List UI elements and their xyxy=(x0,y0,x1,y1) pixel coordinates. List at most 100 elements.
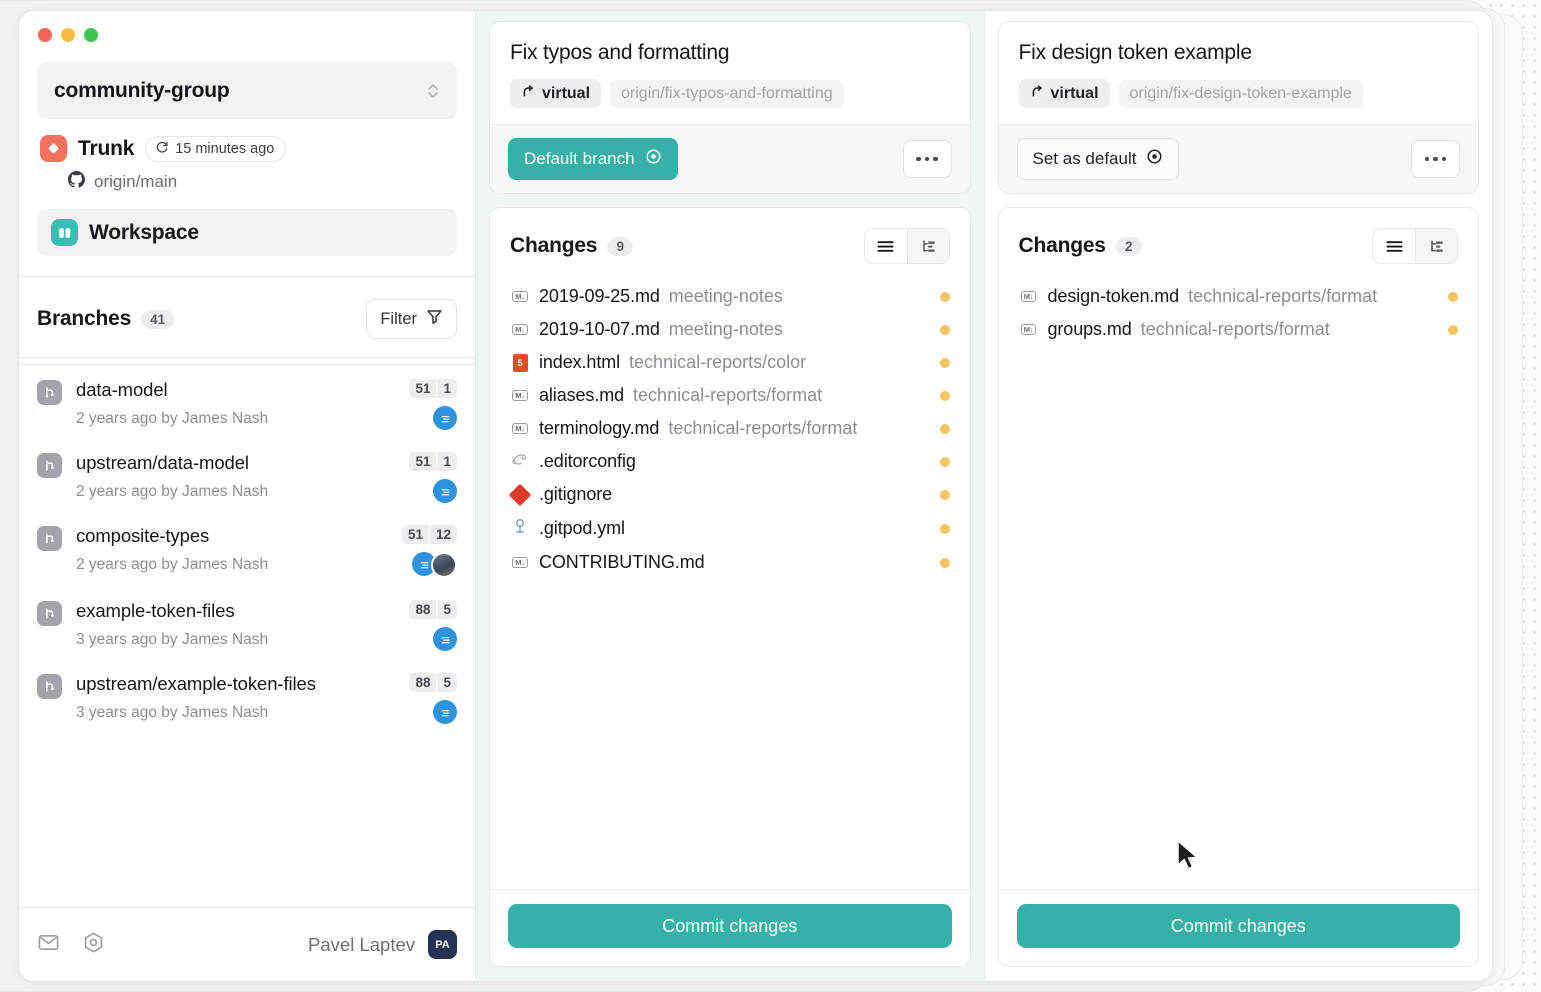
settings-hex-icon[interactable] xyxy=(82,931,105,959)
branch-list-item[interactable]: example-token-files 3 years ago by James… xyxy=(19,586,475,659)
current-user[interactable]: Pavel Laptev PA xyxy=(308,930,457,959)
lane-more-options-button[interactable] xyxy=(1411,140,1460,178)
file-name: aliases.md xyxy=(539,385,624,406)
set-default-branch-button[interactable]: Set as default xyxy=(1017,138,1180,180)
markdown-icon: M↓ xyxy=(512,291,527,303)
ellipsis-icon xyxy=(925,157,930,162)
branch-lane: Fix typos and formatting virtual origin/… xyxy=(476,11,984,981)
file-status-dot xyxy=(1448,325,1458,335)
branch-icon xyxy=(37,526,62,551)
markdown-icon: M↓ xyxy=(1021,324,1036,336)
file-change-list[interactable]: M↓ design-token.md technical-reports/for… xyxy=(999,272,1479,889)
file-path: meeting-notes xyxy=(669,286,783,307)
commit-bar: Commit changes xyxy=(999,889,1479,966)
changes-count-badge: 9 xyxy=(607,237,633,256)
branch-list-item[interactable]: composite-types 2 years ago by James Nas… xyxy=(19,511,475,586)
file-name: index.html xyxy=(539,352,620,373)
trunk-diamond-icon xyxy=(40,135,67,162)
sidebar-item-trunk[interactable]: Trunk 15 minutes ago xyxy=(37,135,457,162)
file-change-row[interactable]: M↓ 2019-09-25.md meeting-notes xyxy=(504,280,956,313)
file-change-row[interactable]: .gitpod.yml xyxy=(504,511,956,546)
branches-title: Branches xyxy=(37,307,131,331)
mail-icon[interactable] xyxy=(37,931,60,959)
changes-card: Changes 2 M↓ design-token.md technical-r… xyxy=(998,207,1480,967)
branch-ahead-behind-badge: 51 12 xyxy=(402,525,457,544)
markdown-icon: M↓ xyxy=(512,423,527,435)
filter-label: Filter xyxy=(380,310,417,329)
minimize-window-button[interactable] xyxy=(61,28,75,42)
set-default-label: Default branch xyxy=(524,149,635,169)
file-change-list[interactable]: M↓ 2019-09-25.md meeting-notes M↓ 2019-1… xyxy=(490,272,970,889)
close-window-button[interactable] xyxy=(38,28,52,42)
refresh-icon xyxy=(155,140,169,158)
user-name: Pavel Laptev xyxy=(308,934,415,956)
sidebar-footer: Pavel Laptev PA xyxy=(19,907,475,981)
avatar xyxy=(433,700,457,724)
branch-list-item[interactable]: upstream/example-token-files 3 years ago… xyxy=(19,659,475,732)
file-change-row[interactable]: M↓ design-token.md technical-reports/for… xyxy=(1013,280,1465,313)
lane-more-options-button[interactable] xyxy=(903,140,952,178)
list-view-icon[interactable] xyxy=(865,229,907,263)
file-change-row[interactable]: M↓ aliases.md technical-reports/format xyxy=(504,379,956,412)
file-path: technical-reports/color xyxy=(629,352,806,373)
branch-icon xyxy=(37,674,62,699)
file-change-row[interactable]: M↓ 2019-10-07.md meeting-notes xyxy=(504,313,956,346)
target-icon xyxy=(1146,148,1163,170)
target-icon xyxy=(645,148,662,170)
commit-changes-button[interactable]: Commit changes xyxy=(508,904,952,948)
commit-bar: Commit changes xyxy=(490,889,970,966)
branch-ahead-count: 51 xyxy=(409,379,436,398)
set-default-label: Set as default xyxy=(1033,149,1137,169)
branch-list-item[interactable]: upstream/data-model 2 years ago by James… xyxy=(19,438,475,511)
branch-lane: Fix design token example virtual origin/… xyxy=(984,11,1493,981)
trunk-remote-row: origin/main xyxy=(68,171,457,193)
origin-branch-tag: origin/fix-typos-and-formatting xyxy=(610,80,844,108)
file-change-row[interactable]: M↓ terminology.md technical-reports/form… xyxy=(504,412,956,445)
file-name: groups.md xyxy=(1048,319,1132,340)
ellipsis-icon xyxy=(933,157,938,162)
branch-meta: 3 years ago by James Nash xyxy=(76,631,409,649)
file-status-dot xyxy=(940,490,950,500)
branch-list-item[interactable]: data-model 2 years ago by James Nash 51 … xyxy=(19,365,475,438)
filter-button[interactable]: Filter xyxy=(366,299,457,339)
set-default-branch-button[interactable]: Default branch xyxy=(508,138,678,180)
branch-ahead-behind-badge: 51 1 xyxy=(409,379,457,398)
repository-selector[interactable]: community-group xyxy=(37,62,457,119)
file-status-dot xyxy=(940,558,950,568)
file-change-row[interactable]: 5 index.html technical-reports/color xyxy=(504,346,956,379)
branch-list[interactable]: data-model 2 years ago by James Nash 51 … xyxy=(19,358,475,907)
file-status-dot xyxy=(940,457,950,467)
lane-title: Fix typos and formatting xyxy=(510,41,950,65)
zoom-window-button[interactable] xyxy=(84,28,98,42)
workspace-label: Workspace xyxy=(89,221,199,245)
trunk-sync-pill[interactable]: 15 minutes ago xyxy=(145,136,286,162)
file-change-row[interactable]: M↓ groups.md technical-reports/format xyxy=(1013,313,1465,346)
tree-view-icon[interactable] xyxy=(907,229,949,263)
file-change-row[interactable]: .gitignore xyxy=(504,478,956,511)
branch-behind-count: 5 xyxy=(436,600,457,619)
branch-rows: data-model 2 years ago by James Nash 51 … xyxy=(19,365,475,732)
sidebar-item-workspace[interactable]: Workspace xyxy=(37,209,457,256)
branch-behind-count: 12 xyxy=(429,525,457,544)
file-change-row[interactable]: .editorconfig xyxy=(504,445,956,478)
window-traffic-lights xyxy=(19,11,475,53)
lane-title: Fix design token example xyxy=(1019,41,1459,65)
file-change-row[interactable]: M↓ CONTRIBUTING.md xyxy=(504,546,956,579)
list-view-icon[interactable] xyxy=(1373,229,1415,263)
workspace-panels-icon xyxy=(51,219,78,246)
branch-meta: 3 years ago by James Nash xyxy=(76,704,409,722)
changes-view-toggle[interactable] xyxy=(864,228,950,264)
branch-name: composite-types xyxy=(76,525,209,546)
branch-name: upstream/data-model xyxy=(76,452,249,473)
branch-contributors xyxy=(433,627,457,651)
markdown-icon: M↓ xyxy=(1021,291,1036,303)
changes-view-toggle[interactable] xyxy=(1372,228,1458,264)
sidebar-nav: Trunk 15 minutes ago xyxy=(19,119,475,256)
branches-count-badge: 41 xyxy=(141,310,174,329)
tree-view-icon[interactable] xyxy=(1415,229,1457,263)
lane-header-card: Fix design token example virtual origin/… xyxy=(998,21,1480,194)
file-status-dot xyxy=(940,524,950,534)
commit-changes-button[interactable]: Commit changes xyxy=(1017,904,1461,948)
chevron-up-down-icon xyxy=(426,81,440,101)
file-name: 2019-10-07.md xyxy=(539,319,660,340)
